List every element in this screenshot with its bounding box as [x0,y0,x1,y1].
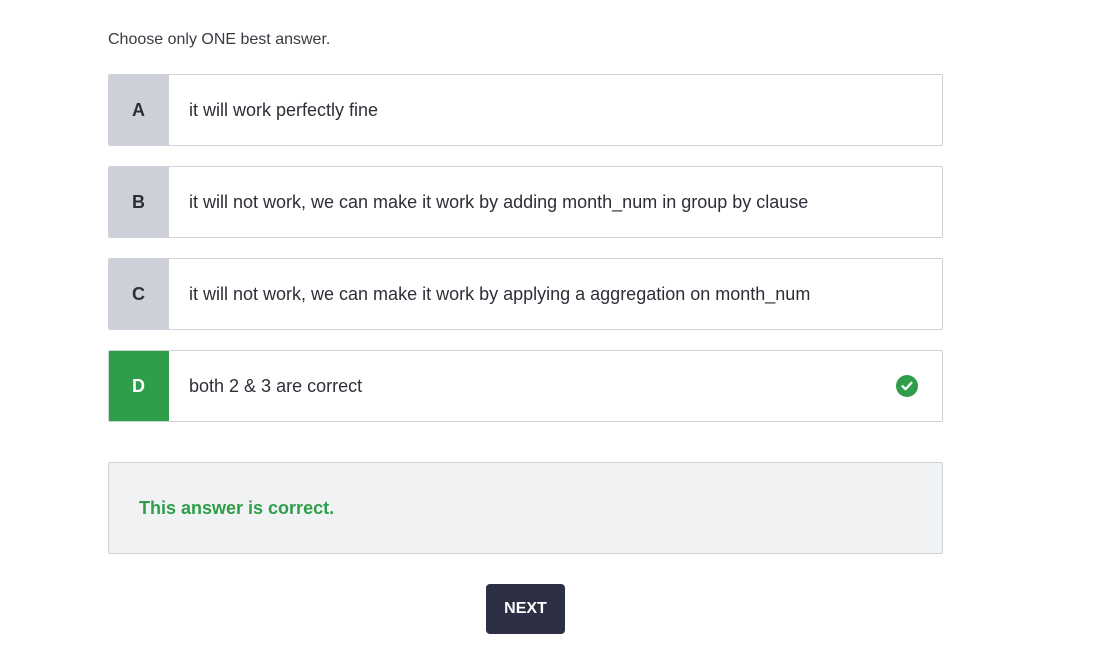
option-letter: A [109,75,169,145]
feedback-box: This answer is correct. [108,462,943,554]
check-circle-icon [896,375,918,397]
answer-option-d[interactable]: D both 2 & 3 are correct [108,350,943,422]
option-text: it will work perfectly fine [189,99,379,120]
option-text: both 2 & 3 are correct [189,375,363,396]
answer-option-a[interactable]: A it will work perfectly fine [108,74,943,146]
option-text: it will not work, we can make it work by… [189,283,811,304]
answer-option-c[interactable]: C it will not work, we can make it work … [108,258,943,330]
option-text: it will not work, we can make it work by… [189,191,809,212]
answer-option-b[interactable]: B it will not work, we can make it work … [108,166,943,238]
option-letter: B [109,167,169,237]
option-letter: D [109,351,169,421]
option-letter: C [109,259,169,329]
next-button[interactable]: NEXT [486,584,565,634]
question-instruction: Choose only ONE best answer. [108,31,331,48]
feedback-message: This answer is correct. [139,497,335,518]
answer-options: A it will work perfectly fine B it will … [108,74,943,442]
